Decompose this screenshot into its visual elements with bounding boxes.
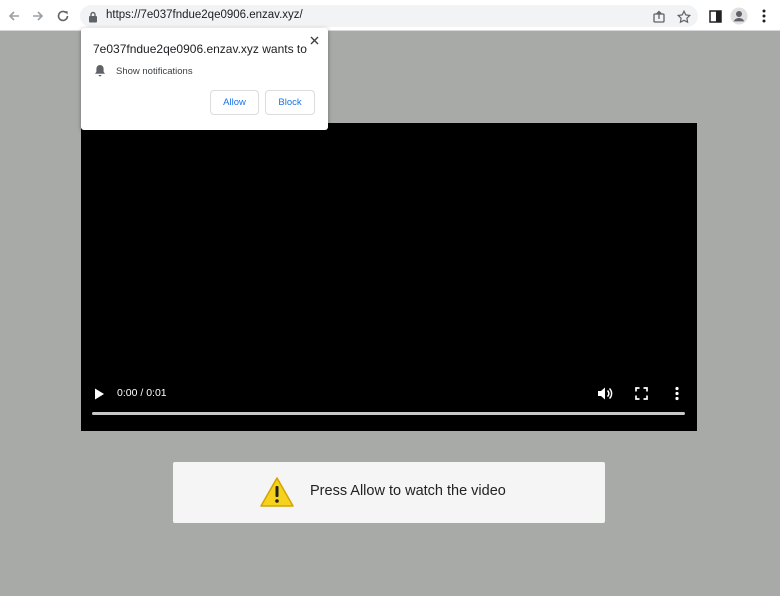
- prompt-title: 7e037fndue2qe0906.enzav.xyz wants to: [93, 42, 307, 56]
- block-button[interactable]: Block: [265, 90, 315, 115]
- profile-icon[interactable]: [729, 6, 749, 26]
- back-arrow-icon[interactable]: [4, 6, 24, 26]
- forward-arrow-icon[interactable]: [28, 6, 48, 26]
- bell-icon: [94, 64, 106, 82]
- volume-icon[interactable]: [597, 386, 613, 406]
- video-more-icon[interactable]: [675, 386, 679, 406]
- video-time: 0:00 / 0:01: [117, 387, 167, 399]
- permission-text: Show notifications: [116, 66, 193, 77]
- side-panel-icon[interactable]: [705, 6, 725, 26]
- video-progress-bar[interactable]: [92, 412, 685, 415]
- share-icon[interactable]: [651, 9, 667, 25]
- video-player[interactable]: 0:00 / 0:01: [81, 123, 697, 431]
- star-icon[interactable]: [676, 9, 692, 25]
- close-icon[interactable]: [307, 33, 321, 47]
- banner-text: Press Allow to watch the video: [310, 483, 506, 499]
- warning-icon: [259, 476, 295, 513]
- play-icon[interactable]: [93, 387, 105, 406]
- kebab-menu-icon[interactable]: [754, 6, 774, 26]
- instruction-banner: Press Allow to watch the video: [173, 462, 605, 523]
- reload-icon[interactable]: [53, 6, 73, 26]
- lock-icon[interactable]: [88, 10, 98, 28]
- url-text[interactable]: https://7e037fndue2qe0906.enzav.xyz/: [106, 9, 303, 21]
- browser-toolbar: https://7e037fndue2qe0906.enzav.xyz/: [0, 0, 780, 31]
- notification-permission-prompt: 7e037fndue2qe0906.enzav.xyz wants to Sho…: [81, 28, 328, 130]
- fullscreen-icon[interactable]: [635, 387, 648, 405]
- allow-button[interactable]: Allow: [210, 90, 259, 115]
- address-bar[interactable]: https://7e037fndue2qe0906.enzav.xyz/: [80, 5, 698, 27]
